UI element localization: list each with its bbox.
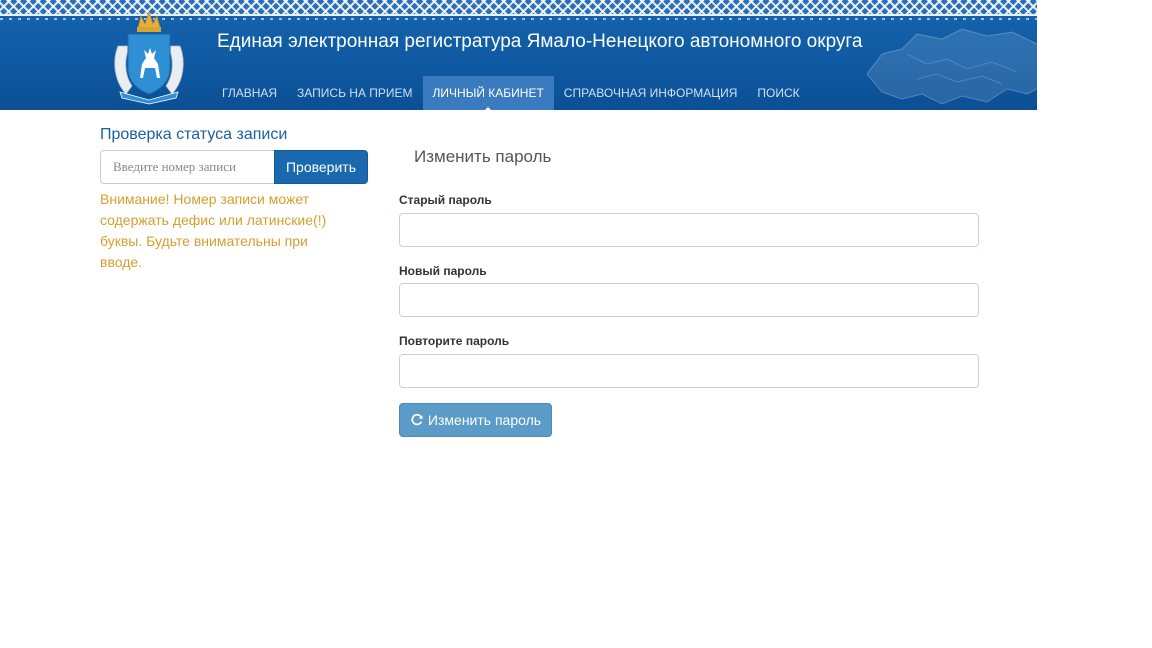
russia-map-icon [866, 28, 1037, 105]
nav-item-personal-account[interactable]: ЛИЧНЫЙ КАБИНЕТ [422, 76, 554, 110]
change-password-button-label: Изменить пароль [427, 412, 542, 428]
nav-item-search[interactable]: ПОИСК [747, 76, 809, 110]
status-check-title: Проверка статуса записи [100, 126, 288, 143]
status-check-group: Проверить [100, 150, 368, 184]
nav-item-appointment[interactable]: ЗАПИСЬ НА ПРИЕМ [287, 76, 423, 110]
new-password-label: Новый пароль [399, 264, 487, 278]
new-password-input[interactable] [399, 283, 979, 317]
refresh-icon [411, 413, 423, 426]
check-button[interactable]: Проверить [274, 150, 368, 184]
old-password-input[interactable] [399, 213, 979, 247]
change-password-button[interactable]: Изменить пароль [399, 403, 552, 437]
nav-item-reference-info[interactable]: СПРАВОЧНАЯ ИНФОРМАЦИЯ [554, 76, 748, 110]
change-password-title: Изменить пароль [414, 147, 552, 166]
site-title: Единая электронная регистратура Ямало-Не… [217, 31, 863, 52]
nav-item-home[interactable]: ГЛАВНАЯ [212, 76, 287, 110]
record-number-input[interactable] [100, 150, 274, 184]
old-password-label: Старый пароль [399, 193, 492, 207]
repeat-password-label: Повторите пароль [399, 334, 510, 348]
yanao-coat-of-arms-icon [114, 10, 184, 105]
repeat-password-input[interactable] [399, 354, 979, 388]
main-nav: ГЛАВНАЯ ЗАПИСЬ НА ПРИЕМ ЛИЧНЫЙ КАБИНЕТ С… [212, 76, 810, 110]
record-number-warning: Внимание! Номер записи может содержать д… [100, 191, 327, 270]
site-header: Единая электронная регистратура Ямало-Не… [0, 0, 1037, 110]
